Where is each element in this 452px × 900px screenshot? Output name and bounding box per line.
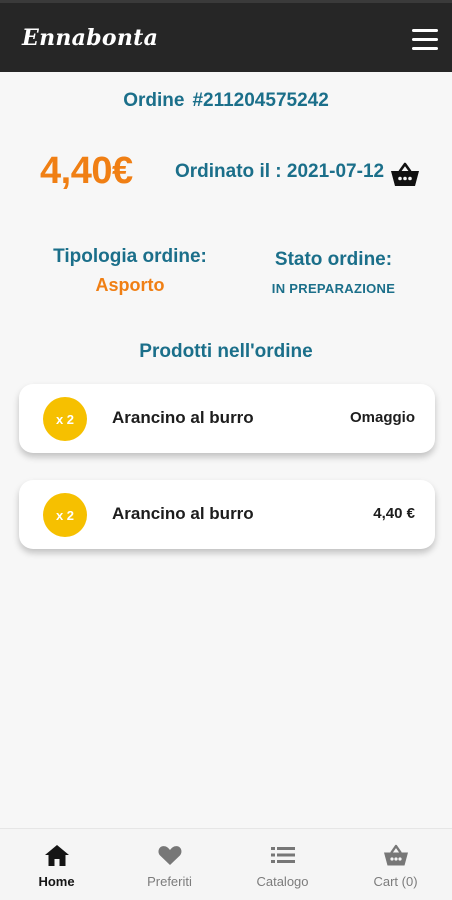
nav-item-home[interactable]: Home [0, 829, 113, 900]
order-state-block: Stato ordine: IN PREPARAZIONE [256, 249, 411, 296]
product-price: Omaggio [349, 409, 415, 426]
order-number-value: #211204575242 [192, 90, 329, 111]
app-title: Ennabonta [22, 25, 159, 51]
home-icon [45, 845, 69, 866]
list-icon [271, 847, 295, 863]
quantity-badge: x 2 [43, 493, 87, 537]
product-card[interactable]: x 2 Arancino al burro 4,40 € [19, 480, 435, 549]
order-state-value: IN PREPARAZIONE [271, 281, 396, 296]
order-number-heading: Ordine #211204575242 [0, 90, 452, 112]
cart-icon [384, 844, 408, 866]
top-app-bar: Ennabonta [0, 0, 452, 72]
order-number-label: Ordine [123, 90, 185, 111]
products-section-title: Prodotti nell'ordine [139, 341, 313, 362]
hamburger-menu-icon[interactable] [412, 29, 438, 51]
order-type-label: Tipologia ordine: [53, 246, 207, 267]
heart-icon [158, 846, 182, 865]
nav-item-favorites[interactable]: Preferiti [113, 829, 226, 900]
order-type-value: Asporto [95, 275, 165, 295]
product-name: Arancino al burro [112, 408, 254, 427]
product-price: 4,40 € [373, 505, 415, 522]
nav-label-favorites: Preferiti [147, 874, 192, 889]
nav-label-cart: Cart (0) [373, 874, 418, 889]
product-name: Arancino al burro [112, 504, 254, 523]
nav-label-home: Home [38, 874, 75, 889]
nav-item-cart[interactable]: Cart (0) [339, 829, 452, 900]
basket-icon [391, 162, 419, 186]
nav-item-catalog[interactable]: Catalogo [226, 829, 339, 900]
nav-label-catalog: Catalogo [256, 874, 309, 889]
order-total: 4,40€ [40, 150, 133, 192]
order-date: Ordinato il : 2021-07-12 [175, 161, 385, 182]
order-type-block: Tipologia ordine: Asporto [40, 246, 220, 296]
quantity-badge: x 2 [43, 397, 87, 441]
bottom-navigation: Home Preferiti Catalogo Cart (0) [0, 828, 452, 900]
product-card[interactable]: x 2 Arancino al burro Omaggio [19, 384, 435, 453]
order-state-label: Stato ordine: [274, 249, 393, 270]
